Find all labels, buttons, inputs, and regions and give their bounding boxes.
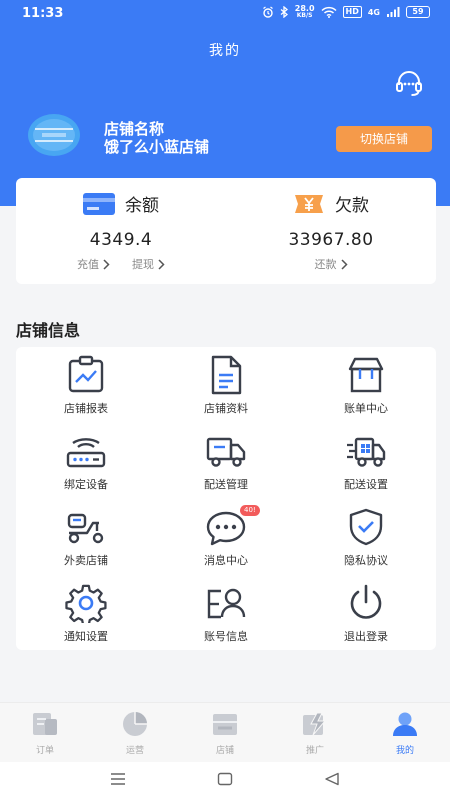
home-nav-icon[interactable] <box>217 772 233 786</box>
grid-item-takeaway-store[interactable]: 外卖店铺 <box>16 499 156 575</box>
alarm-icon <box>262 6 273 18</box>
truck-icon <box>206 437 246 467</box>
shield-icon <box>349 508 383 546</box>
wifi-icon <box>320 6 337 18</box>
header-background <box>0 0 450 206</box>
grid-item-privacy-policy[interactable]: 隐私协议 <box>296 499 436 575</box>
bottom-tab-bar: 订单 运营 店铺 推广 我的 <box>0 702 450 762</box>
message-badge: 40! <box>240 505 260 516</box>
tab-store[interactable]: 店铺 <box>180 711 270 761</box>
grid-item-bind-device[interactable]: 绑定设备 <box>16 423 156 499</box>
card-icon <box>83 192 115 215</box>
fast-truck-icon <box>347 437 386 467</box>
store-tab-icon <box>213 714 237 735</box>
balance-card: 余额 4349.4 充值 提现 欠款 33967.80 还款 <box>16 178 436 284</box>
chevron-right-icon <box>340 258 348 270</box>
profile-tab-icon <box>393 712 417 736</box>
pie-tab-icon <box>123 712 147 736</box>
store-name: 饿了么小蓝店铺 <box>104 138 210 156</box>
net-speed: 28.0 KB/S <box>294 4 315 19</box>
menu-nav-icon[interactable] <box>110 772 126 786</box>
report-icon <box>68 355 104 393</box>
account-icon <box>207 588 246 619</box>
grid-item-account-info[interactable]: 账号信息 <box>156 575 296 651</box>
page-title: 我的 <box>209 43 241 59</box>
grid-item-store-profile[interactable]: 店铺资料 <box>156 347 296 423</box>
hd-badge: HD <box>342 6 362 18</box>
battery-icon: 59 <box>406 6 430 18</box>
grid-item-billing-center[interactable]: 账单中心 <box>296 347 436 423</box>
debt-column: 欠款 33967.80 还款 <box>226 178 436 284</box>
debt-value: 33967.80 <box>288 230 374 250</box>
grid-item-notification-settings[interactable]: 通知设置 <box>16 575 156 651</box>
promo-tab-icon <box>303 712 327 736</box>
power-icon <box>350 584 382 619</box>
tab-profile[interactable]: 我的 <box>360 711 450 761</box>
chevron-right-icon <box>158 258 165 270</box>
customer-service-icon[interactable] <box>394 71 424 97</box>
tab-orders[interactable]: 订单 <box>0 711 90 761</box>
status-time: 11:33 <box>22 6 64 21</box>
recharge-link[interactable]: 充值 <box>77 256 110 272</box>
chevron-right-icon <box>103 258 110 270</box>
status-icons: 28.0 KB/S HD 4G 59 <box>262 5 430 19</box>
switch-store-button[interactable]: 切换店铺 <box>336 126 432 152</box>
system-nav-bar <box>0 762 450 800</box>
back-nav-icon[interactable] <box>324 772 340 786</box>
box-icon <box>348 357 384 393</box>
router-icon <box>66 438 106 468</box>
balance-column: 余额 4349.4 充值 提现 <box>16 178 226 284</box>
repay-link[interactable]: 还款 <box>315 256 348 272</box>
grid-item-delivery-settings[interactable]: 配送设置 <box>296 423 436 499</box>
tab-operations[interactable]: 运营 <box>90 711 180 761</box>
gear-icon <box>65 584 107 623</box>
status-bar: 11:33 28.0 KB/S HD 4G 59 <box>0 0 450 28</box>
grid-item-delivery-management[interactable]: 配送管理 <box>156 423 296 499</box>
balance-value: 4349.4 <box>89 230 153 250</box>
section-title: 店铺信息 <box>16 321 81 340</box>
debt-icon <box>295 194 323 213</box>
signal-label: 4G <box>367 7 380 17</box>
bluetooth-icon <box>280 6 288 18</box>
grid-item-message-center[interactable]: 40! 消息中心 <box>156 499 296 575</box>
signal-icon <box>387 7 400 17</box>
debt-title: 欠款 <box>335 196 369 216</box>
order-tab-icon <box>33 713 57 735</box>
document-icon <box>211 355 242 395</box>
scooter-icon <box>67 513 104 544</box>
grid-item-store-report[interactable]: 店铺报表 <box>16 347 156 423</box>
grid-item-logout[interactable]: 退出登录 <box>296 575 436 651</box>
withdraw-link[interactable]: 提现 <box>132 256 165 272</box>
store-info-grid: 店铺报表 店铺资料 账单中心 绑定设备 配送管理 配送设置 外卖店铺 40! 消… <box>16 347 436 650</box>
tab-promotion[interactable]: 推广 <box>270 711 360 761</box>
balance-title: 余额 <box>125 196 159 216</box>
store-logo <box>28 114 80 156</box>
